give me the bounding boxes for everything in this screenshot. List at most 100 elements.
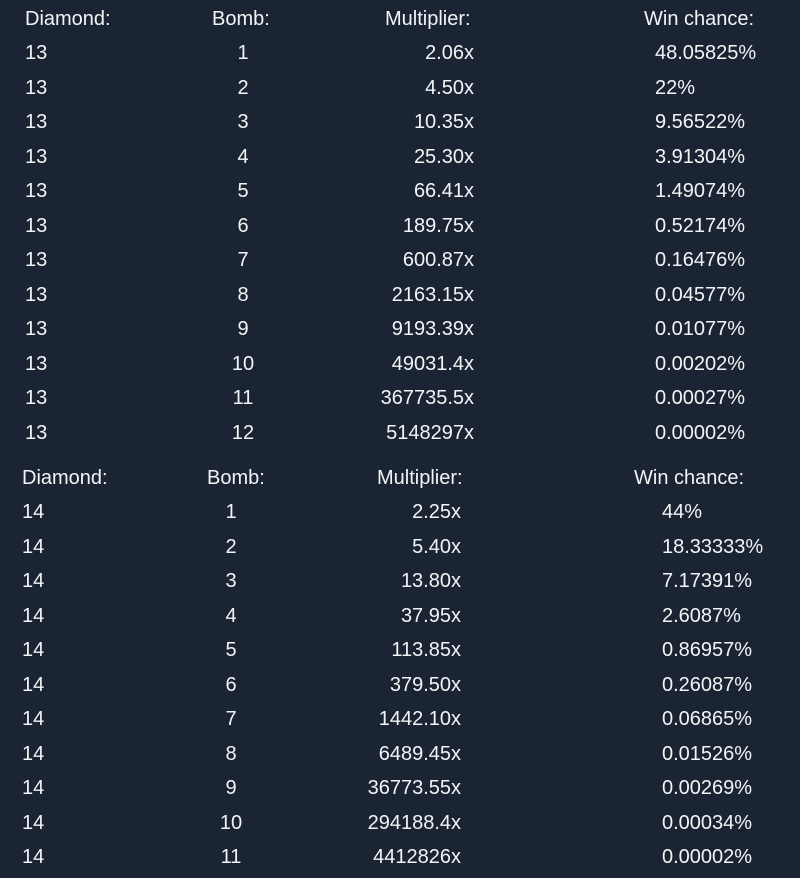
multiplier-cell: 5.40x	[412, 535, 461, 558]
diamond-cell: 14	[22, 501, 45, 523]
multiplier-cell: 189.75x	[402, 214, 474, 237]
bomb-cell: 9	[225, 777, 237, 799]
table-row: 13 12 5148297x 0.00002%	[0, 416, 800, 451]
win-chance-cell: 0.00034%	[662, 811, 753, 834]
table-row: 13 4 25.30x 3.91304%	[0, 140, 800, 175]
header-win-chance: Win chance:	[644, 8, 755, 30]
multiplier-cell: 1442.10x	[378, 708, 461, 730]
diamond-cell: 13	[25, 249, 48, 271]
multiplier-cell: 379.50x	[389, 673, 461, 696]
bomb-cell: 4	[237, 145, 249, 168]
diamond-cell: 14	[22, 570, 45, 592]
payout-table-diamond-14: Diamond: Bomb: Multiplier: Win chance: 1…	[0, 461, 800, 875]
multiplier-cell: 13.80x	[400, 570, 461, 592]
win-chance-cell: 0.00027%	[655, 387, 746, 409]
win-chance-cell: 0.00202%	[655, 352, 746, 375]
diamond-cell: 14	[22, 673, 45, 696]
win-chance-cell: 0.01526%	[662, 742, 753, 765]
diamond-cell: 13	[25, 214, 48, 237]
multiplier-cell: 49031.4x	[391, 352, 474, 375]
diamond-cell: 13	[25, 421, 48, 444]
bomb-cell: 7	[225, 708, 237, 730]
multiplier-cell: 6489.45x	[378, 742, 461, 765]
win-chance-cell: 1.49074%	[655, 180, 746, 202]
win-chance-cell: 0.00002%	[662, 846, 753, 868]
diamond-cell: 13	[25, 387, 48, 409]
header-diamond: Diamond:	[25, 8, 111, 30]
win-chance-cell: 0.01077%	[655, 318, 746, 340]
bomb-cell: 2	[237, 76, 249, 99]
diamond-cell: 13	[25, 111, 48, 133]
win-chance-cell: 18.33333%	[662, 535, 764, 558]
table-row: 14 4 37.95x 2.6087%	[0, 599, 800, 634]
win-chance-cell: 44%	[662, 501, 703, 523]
bomb-cell: 5	[237, 180, 249, 202]
bomb-cell: 12	[231, 421, 255, 444]
bomb-cell: 9	[237, 318, 249, 340]
win-chance-cell: 0.00002%	[655, 421, 746, 444]
diamond-cell: 14	[22, 846, 45, 868]
table-row: 13 1 2.06x 48.05825%	[0, 36, 800, 71]
diamond-cell: 13	[25, 352, 48, 375]
table-row: 14 10 294188.4x 0.00034%	[0, 806, 800, 841]
diamond-cell: 14	[22, 811, 45, 834]
multiplier-cell: 37.95x	[400, 604, 461, 627]
diamond-cell: 14	[22, 708, 45, 730]
diamond-cell: 14	[22, 639, 45, 661]
multiplier-cell: 5148297x	[386, 421, 474, 444]
multiplier-cell: 9193.39x	[391, 318, 474, 340]
win-chance-cell: 9.56522%	[655, 111, 746, 133]
payout-table-diamond-13: Diamond: Bomb: Multiplier: Win chance: 1…	[0, 2, 800, 450]
multiplier-cell: 36773.55x	[367, 777, 461, 799]
win-chance-cell: 0.06865%	[662, 708, 753, 730]
header-multiplier: Multiplier:	[385, 8, 471, 30]
header-diamond: Diamond:	[22, 467, 108, 489]
multiplier-cell: 4412826x	[373, 846, 461, 868]
multiplier-cell: 66.41x	[413, 180, 474, 202]
bomb-cell: 1	[237, 42, 249, 64]
win-chance-cell: 0.26087%	[662, 673, 753, 696]
bomb-cell: 6	[225, 673, 237, 696]
table-row: 14 6 379.50x 0.26087%	[0, 668, 800, 703]
header-bomb: Bomb:	[207, 467, 265, 489]
win-chance-cell: 22%	[655, 76, 696, 99]
multiplier-cell: 113.85x	[391, 639, 461, 661]
diamond-cell: 13	[25, 76, 48, 99]
bomb-cell: 3	[237, 111, 249, 133]
table-row: 14 7 1442.10x 0.06865%	[0, 702, 800, 737]
header-bomb: Bomb:	[212, 8, 270, 30]
win-chance-cell: 48.05825%	[655, 42, 757, 64]
win-chance-cell: 0.52174%	[655, 214, 746, 237]
bomb-cell: 6	[237, 214, 249, 237]
table-header-row: Diamond: Bomb: Multiplier: Win chance:	[0, 2, 800, 36]
bomb-cell: 4	[225, 604, 237, 627]
multiplier-cell: 10.35x	[413, 111, 474, 133]
diamond-cell: 13	[25, 318, 48, 340]
win-chance-cell: 2.6087%	[662, 604, 741, 627]
multiplier-cell: 600.87x	[402, 249, 474, 271]
multiplier-cell: 2.25x	[412, 501, 461, 523]
diamond-cell: 13	[25, 180, 48, 202]
diamond-cell: 14	[22, 535, 45, 558]
diamond-cell: 14	[22, 742, 45, 765]
win-chance-cell: 0.86957%	[662, 639, 753, 661]
table-row: 14 8 6489.45x 0.01526%	[0, 737, 800, 772]
bomb-cell: 8	[225, 742, 237, 765]
bomb-cell: 2	[225, 535, 237, 558]
table-row: 13 3 10.35x 9.56522%	[0, 105, 800, 140]
multiplier-cell: 294188.4x	[367, 811, 461, 834]
multiplier-cell: 367735.5x	[380, 387, 474, 409]
diamond-cell: 13	[25, 145, 48, 168]
bomb-cell: 5	[225, 639, 237, 661]
table-row: 14 2 5.40x 18.33333%	[0, 530, 800, 565]
win-chance-cell: 7.17391%	[662, 570, 753, 592]
multiplier-cell: 2.06x	[425, 42, 474, 64]
diamond-cell: 14	[22, 604, 45, 627]
win-chance-cell: 0.04577%	[655, 283, 746, 306]
table-row: 14 5 113.85x 0.86957%	[0, 633, 800, 668]
win-chance-cell: 0.16476%	[655, 249, 746, 271]
table-row: 14 9 36773.55x 0.00269%	[0, 771, 800, 806]
bomb-cell: 10	[219, 811, 243, 834]
multiplier-cell: 4.50x	[425, 76, 474, 99]
table-row: 13 7 600.87x 0.16476%	[0, 243, 800, 278]
